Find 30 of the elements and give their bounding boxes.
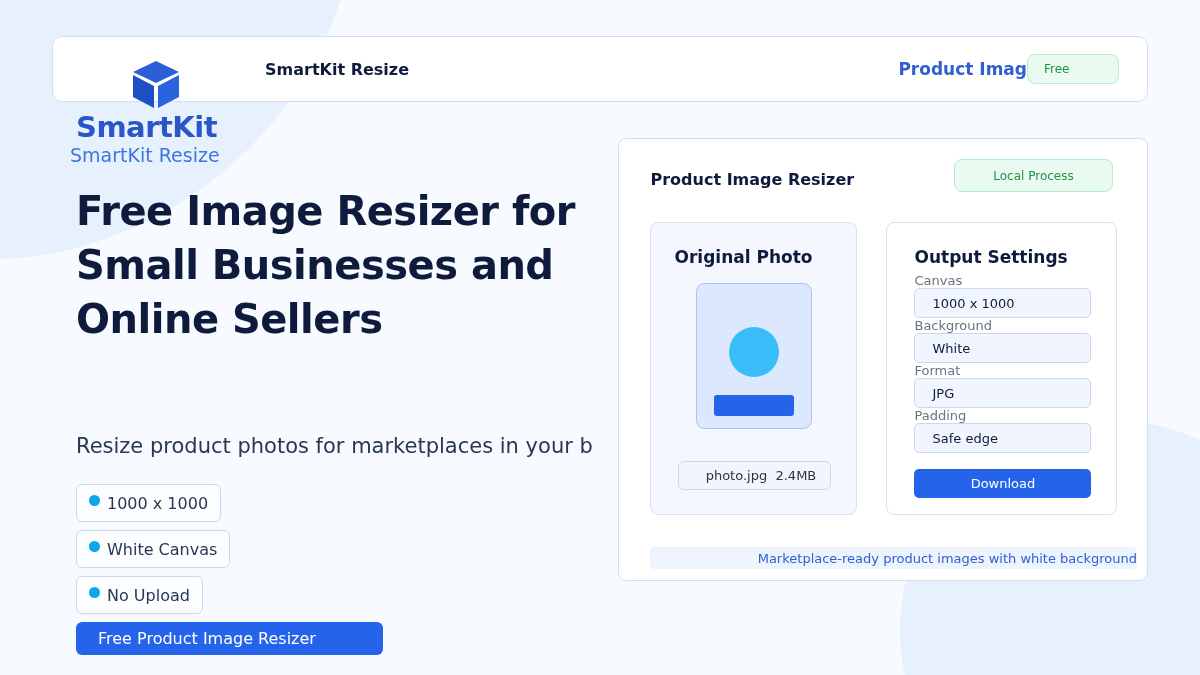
brand-name: SmartKit Resize	[265, 59, 409, 79]
field-label: Format	[914, 363, 962, 378]
select-field[interactable]: 1000 x 1000	[914, 288, 1092, 318]
bullet-dot-icon	[89, 494, 100, 506]
local-process-badge: Local Process	[954, 159, 1113, 192]
bullet-dot-icon	[89, 540, 100, 552]
free-badge: Free	[1027, 54, 1119, 84]
download-button[interactable]: Download	[914, 469, 1092, 498]
select-field[interactable]: Safe edge	[914, 423, 1092, 453]
select-field[interactable]: JPG	[914, 378, 1092, 408]
select-field[interactable]: White	[914, 333, 1092, 363]
cube-logo-icon	[131, 59, 181, 109]
panel-title: Original Photo	[674, 247, 814, 267]
file-info: photo.jpg 2.4MB	[677, 461, 832, 490]
logo-wordmark: SmartKit	[76, 110, 219, 144]
field-label: Padding	[914, 408, 968, 423]
card-title: Product Image Resizer	[650, 170, 855, 189]
hero-title: Free Image Resizer for Small Businesses and Online Sellers	[76, 187, 577, 344]
panel-title: Output Settings	[914, 247, 1069, 267]
feature-label: 1000 x 1000	[107, 493, 209, 513]
field-label: Background	[914, 318, 994, 333]
feature-label: White Canvas	[107, 539, 218, 559]
hero-subtitle: Resize product photos for marketplaces in your b	[76, 434, 594, 458]
nav-link[interactable]: Product Imag	[898, 59, 1027, 79]
logo-tagline: SmartKit Resize	[70, 144, 221, 166]
field-label: Canvas	[914, 273, 964, 288]
footer-note: Marketplace-ready product images with white background	[757, 550, 1137, 566]
cta-button[interactable]: Free Product Image Resizer	[76, 622, 383, 655]
feature-label: No Upload	[107, 585, 190, 605]
bullet-dot-icon	[89, 586, 100, 598]
